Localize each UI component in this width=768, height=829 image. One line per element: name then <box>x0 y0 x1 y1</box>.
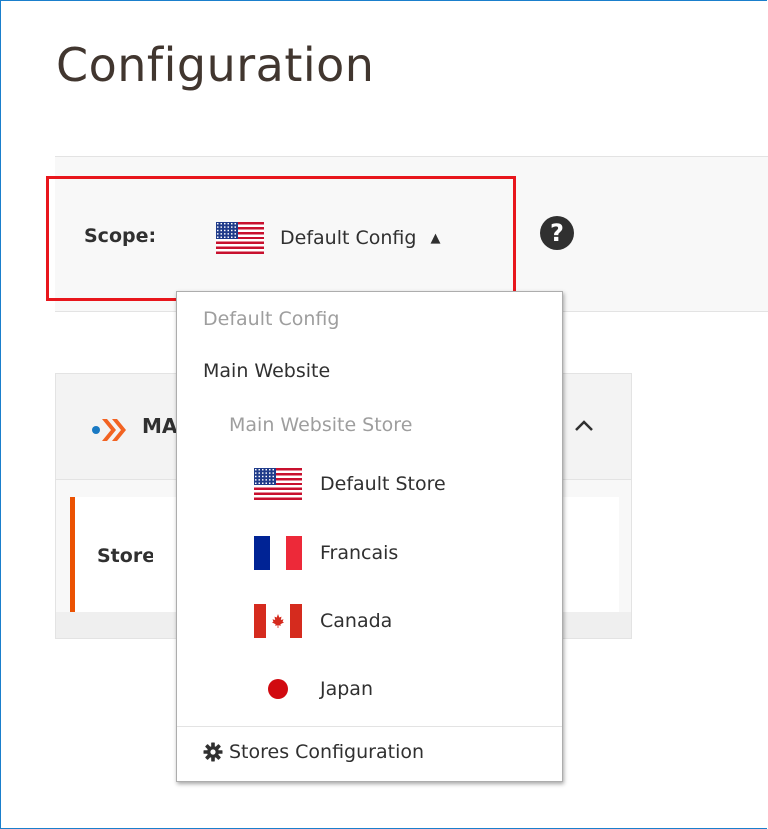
dropdown-item-label: Canada <box>320 610 393 632</box>
us-flag-icon <box>254 468 302 500</box>
caret-up-icon: ▲ <box>430 230 441 246</box>
dropdown-item-default-config: Default Config <box>203 308 340 330</box>
us-flag-icon <box>216 222 264 254</box>
stores-configuration-label: Stores Configuration <box>229 741 425 763</box>
dropdown-item-canada[interactable]: Canada <box>254 604 392 638</box>
chevron-up-icon[interactable] <box>572 414 596 438</box>
dropdown-item-main-website[interactable]: Main Website <box>203 360 330 382</box>
dropdown-item-label: Default Store <box>320 473 446 495</box>
dropdown-item-main-website-store: Main Website Store <box>229 414 413 436</box>
dropdown-item-francais[interactable]: Francais <box>254 536 398 570</box>
dropdown-item-japan[interactable]: Japan <box>254 672 373 706</box>
scope-label: Scope: <box>84 225 157 247</box>
scope-current-value: Default Config <box>280 227 417 249</box>
dropdown-item-default-store[interactable]: Default Store <box>254 467 446 501</box>
panel-body-label: Storev <box>97 545 153 567</box>
ca-flag-icon <box>254 604 302 638</box>
dropdown-item-label: Japan <box>320 678 373 700</box>
help-icon[interactable]: ? <box>540 216 574 250</box>
jp-flag-icon <box>268 679 288 699</box>
stores-configuration-link[interactable]: Stores Configuration <box>203 741 424 763</box>
scope-switcher-button[interactable]: Default Config ▲ <box>216 218 440 258</box>
fr-flag-icon <box>254 536 302 570</box>
scope-dropdown-menu: Default Config Main Website Main Website… <box>176 291 563 782</box>
maple-leaf-icon <box>272 614 284 628</box>
dropdown-divider <box>177 726 562 727</box>
gear-icon <box>203 742 223 762</box>
extension-logo-icon <box>92 419 126 441</box>
page-title: Configuration <box>56 38 375 92</box>
dropdown-item-label: Francais <box>320 542 399 564</box>
panel-title: MA <box>142 414 178 438</box>
